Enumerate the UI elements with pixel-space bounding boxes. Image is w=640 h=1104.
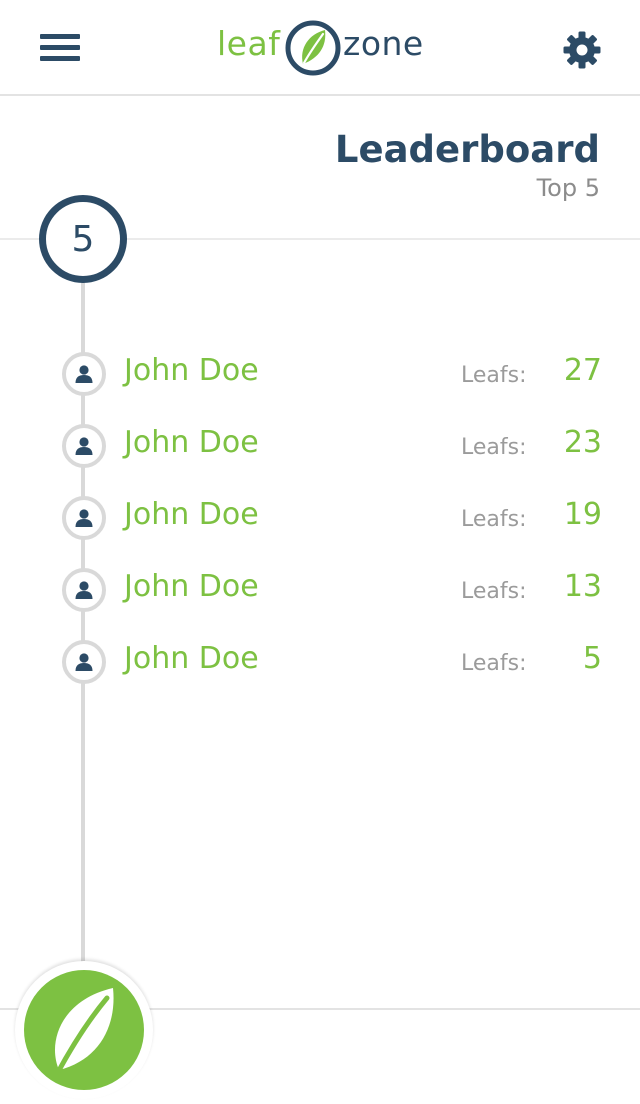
leaf-action-button[interactable] [24,970,144,1090]
leader-row[interactable]: John Doe Leafs: 13 [0,552,640,624]
user-avatar [62,352,106,396]
gear-icon[interactable] [562,30,602,70]
user-avatar [62,640,106,684]
score-label: Leafs: [461,363,527,388]
user-avatar [62,568,106,612]
user-icon [75,581,93,599]
leader-row[interactable]: John Doe Leafs: 27 [0,336,640,408]
leader-row[interactable]: John Doe Leafs: 5 [0,624,640,696]
user-icon [75,365,93,383]
score-value: 13 [563,569,602,604]
player-name: John Doe [124,569,259,604]
menu-icon-bar [40,45,80,50]
score-label: Leafs: [461,507,527,532]
page-title: Leaderboard [334,128,600,171]
logo-text-leaf: leaf [217,24,281,63]
score-value: 19 [563,497,602,532]
leader-count-badge: 5 [39,195,127,283]
leaderboard-screen: leaf zone Leaderboard Top 5 5 John Doe L… [0,0,640,1104]
player-name: John Doe [124,641,259,676]
user-icon [75,437,93,455]
score-label: Leafs: [461,435,527,460]
menu-icon-bar [40,56,80,61]
page-subtitle: Top 5 [536,174,600,202]
score-value: 27 [563,353,602,388]
logo-leaf-icon [285,20,341,76]
menu-button[interactable] [40,34,82,64]
score-label: Leafs: [461,579,527,604]
user-icon [75,653,93,671]
player-name: John Doe [124,497,259,532]
app-header: leaf zone [0,0,640,96]
leader-row[interactable]: John Doe Leafs: 23 [0,408,640,480]
user-icon [75,509,93,527]
leaf-icon [54,988,114,1077]
menu-icon-bar [40,34,80,39]
leafzone-logo: leaf zone [217,18,427,78]
user-avatar [62,496,106,540]
score-value: 23 [563,425,602,460]
player-name: John Doe [124,353,259,388]
leader-row[interactable]: John Doe Leafs: 19 [0,480,640,552]
user-avatar [62,424,106,468]
player-name: John Doe [124,425,259,460]
logo-text-zone: zone [343,24,424,63]
score-label: Leafs: [461,651,527,676]
score-value: 5 [582,641,602,676]
